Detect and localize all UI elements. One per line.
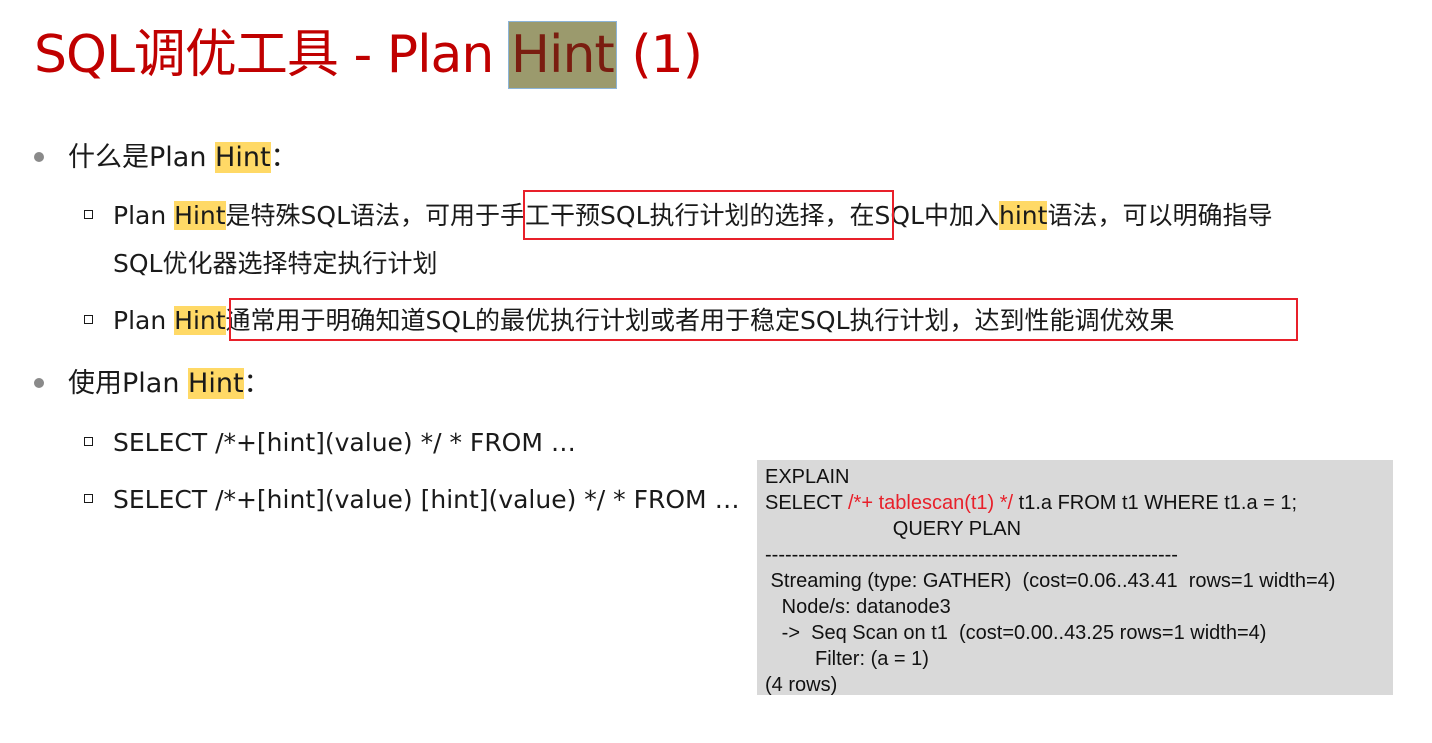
usage-syntax-single: SELECT /*+[hint](value) */ * FROM … — [113, 428, 576, 457]
code-line: (4 rows) — [765, 674, 838, 696]
red-highlight-box — [229, 298, 1298, 341]
sub-bullet-square — [84, 437, 93, 446]
bullet-dot — [34, 378, 44, 388]
hint-comment: /*+ tablescan(t1) */ — [848, 492, 1014, 514]
code-line: EXPLAIN — [765, 466, 850, 488]
title-hint-selected[interactable]: Hint — [507, 21, 617, 89]
sub-bullet-square — [84, 494, 93, 503]
hint-highlight: Hint — [174, 201, 226, 230]
sub-bullet-square — [84, 210, 93, 219]
hint-highlight: Hint — [174, 306, 226, 335]
title-suffix: (1) — [615, 25, 703, 85]
code-line: Filter: (a = 1) — [765, 648, 929, 670]
code-line: Node/s: datanode3 — [765, 596, 951, 618]
explain-output-box: EXPLAIN SELECT /*+ tablescan(t1) */ t1.a … — [757, 460, 1393, 696]
hint-highlight: Hint — [188, 368, 244, 399]
bullet-dot — [34, 152, 44, 162]
code-line: -> Seq Scan on t1 (cost=0.00..43.25 rows… — [765, 622, 1267, 644]
bullet-how-to-use: 使用Plan Hint： — [68, 368, 271, 399]
code-line: SELECT /*+ tablescan(t1) */ t1.a FROM t1… — [765, 492, 1298, 514]
usage-syntax-multiple: SELECT /*+[hint](value) [hint](value) */… — [113, 485, 740, 514]
code-line: ----------------------------------------… — [765, 544, 1178, 566]
sub-item-definition-line2: SQL优化器选择特定执行计划 — [113, 249, 438, 278]
slide-title: SQL调优工具 - Plan Hint (1) — [34, 21, 703, 89]
red-highlight-box — [523, 190, 894, 240]
title-prefix: SQL调优工具 - Plan — [34, 25, 509, 85]
hint-highlight: hint — [999, 201, 1048, 230]
code-line: Streaming (type: GATHER) (cost=0.06..43.… — [765, 570, 1336, 592]
hint-highlight: Hint — [215, 142, 271, 173]
sub-bullet-square — [84, 315, 93, 324]
bullet-what-is: 什么是Plan Hint： — [68, 142, 298, 173]
code-line: QUERY PLAN — [765, 518, 1022, 540]
